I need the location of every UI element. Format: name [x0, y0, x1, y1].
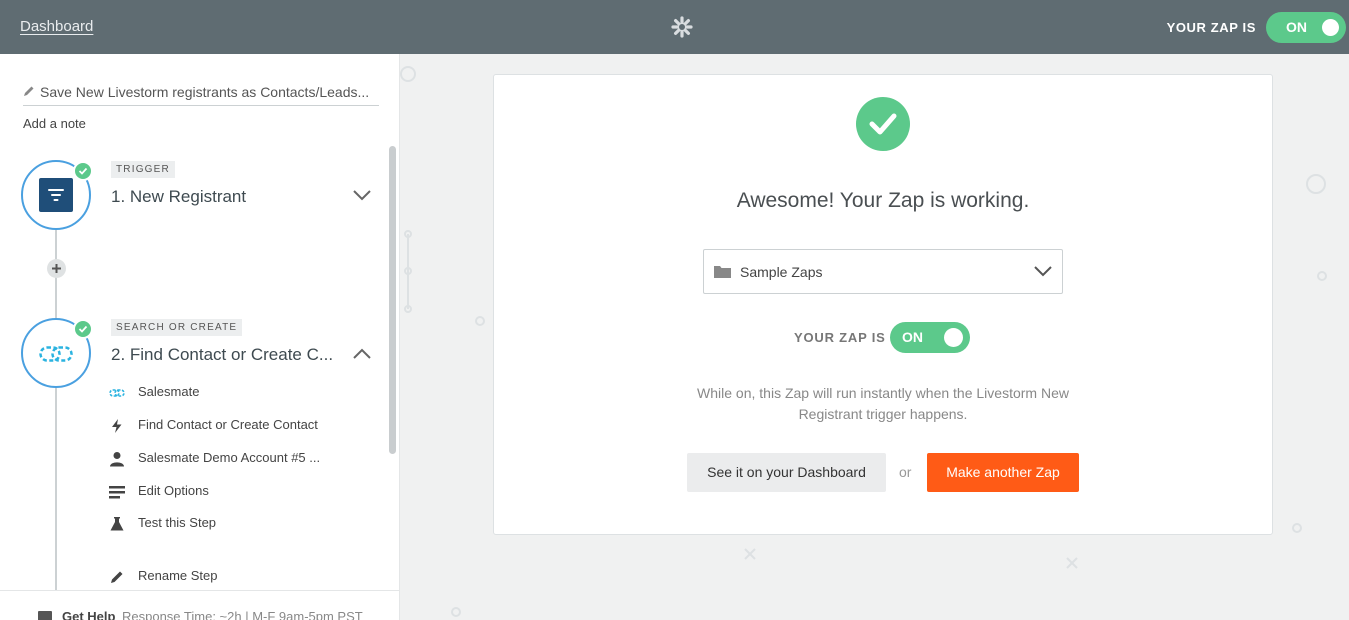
success-card: Awesome! Your Zap is working. Sample Zap… — [493, 74, 1273, 535]
zap-description: While on, this Zap will run instantly wh… — [697, 385, 1069, 422]
chevron-down-icon — [1034, 266, 1052, 277]
step-2-title[interactable]: 2. Find Contact or Create C... — [111, 345, 333, 365]
pencil-icon — [24, 86, 34, 96]
step-2-complete-check-icon — [73, 319, 93, 339]
zap-status-label: YOUR ZAP IS — [794, 330, 886, 345]
success-check-icon — [856, 97, 910, 151]
sub-item-label: Test this Step — [138, 515, 217, 530]
top-bar: Dashboard YOUR ZAP IS ON — [0, 0, 1349, 54]
folder-icon — [714, 266, 731, 278]
zap-name-field[interactable]: Save New Livestorm registrants as Contac… — [23, 82, 379, 106]
help-bar[interactable]: Get Help Response Time: ~2h | M-F 9am-5p… — [0, 590, 399, 620]
zap-on-toggle[interactable]: ON — [1266, 12, 1346, 43]
user-icon — [110, 452, 124, 467]
lightning-icon — [112, 419, 122, 433]
add-step-button[interactable] — [47, 259, 66, 278]
card-zap-on-toggle[interactable]: ON — [890, 322, 970, 353]
help-title: Get Help — [62, 609, 116, 620]
or-separator: or — [899, 464, 912, 480]
zap-name-text: Save New Livestorm registrants as Contac… — [40, 84, 370, 100]
sub-item-label: Salesmate — [138, 384, 200, 399]
toggle-state-text: ON — [902, 329, 923, 345]
toggle-knob — [1322, 19, 1339, 36]
folder-select[interactable]: Sample Zaps — [703, 249, 1063, 294]
step-1-complete-check-icon — [73, 161, 93, 181]
step-1-type-tag: TRIGGER — [111, 161, 175, 178]
step-2-type-tag: SEARCH OR CREATE — [111, 319, 243, 336]
zap-status-label: YOUR ZAP IS — [1166, 20, 1256, 35]
sidebar-scrollbar[interactable] — [389, 146, 396, 454]
editor-sidebar: Save New Livestorm registrants as Contac… — [0, 54, 400, 620]
sub-item-label: Find Contact or Create Contact — [138, 417, 318, 432]
see-dashboard-button[interactable]: See it on your Dashboard — [687, 453, 886, 492]
help-response-time: Response Time: ~2h | M-F 9am-5pm PST — [122, 609, 363, 620]
list-icon — [109, 486, 125, 499]
step-2-collapse-chevron-icon[interactable] — [353, 348, 371, 359]
flask-icon — [110, 517, 124, 531]
sub-item-label: Salesmate Demo Account #5 ... — [138, 450, 321, 465]
sub-item-label: Edit Options — [138, 483, 209, 498]
plus-icon — [52, 264, 61, 273]
folder-select-value: Sample Zaps — [740, 264, 823, 280]
salesmate-icon — [109, 389, 125, 397]
sub-item-label: Rename Step — [138, 568, 218, 583]
step-connector-line — [55, 388, 57, 620]
step-1-expand-chevron-icon[interactable] — [353, 190, 371, 201]
funnel-icon — [39, 178, 73, 212]
toggle-knob — [944, 328, 963, 347]
add-note-link[interactable]: Add a note — [23, 116, 86, 131]
success-headline: Awesome! Your Zap is working. — [736, 189, 1030, 212]
zapier-logo-icon[interactable] — [671, 16, 693, 38]
toggle-state-text: ON — [1286, 19, 1307, 35]
make-another-zap-button[interactable]: Make another Zap — [927, 453, 1079, 492]
step-1-title[interactable]: 1. New Registrant — [111, 187, 246, 207]
salesmate-icon — [39, 346, 73, 362]
dashboard-link[interactable]: Dashboard — [20, 18, 93, 35]
chat-icon — [38, 611, 52, 620]
pencil-icon — [111, 571, 123, 583]
